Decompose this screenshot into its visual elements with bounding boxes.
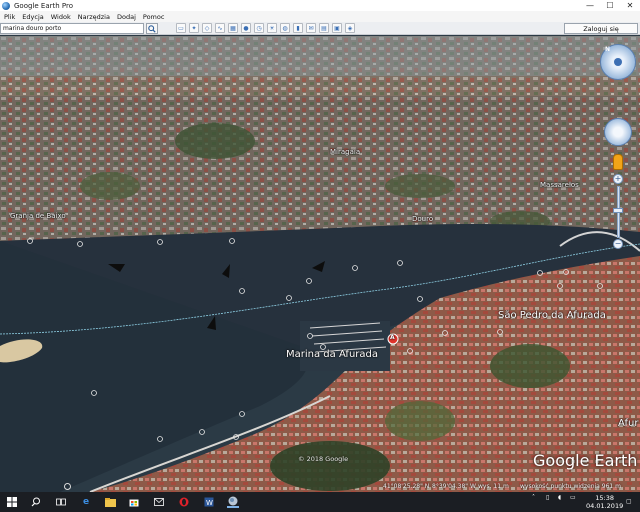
maps-icon[interactable]: ◈ [345, 23, 355, 33]
google-earth-logo: Google Earth [533, 451, 638, 470]
place-afurada-edge[interactable]: Afur [618, 418, 638, 429]
search-input[interactable] [0, 23, 144, 34]
store-icon[interactable] [128, 496, 140, 508]
windows-start-icon[interactable] [6, 496, 18, 508]
menu-plik[interactable]: Plik [4, 13, 15, 21]
zoom-in-button[interactable]: + [613, 174, 623, 184]
file-explorer-icon[interactable] [104, 496, 116, 508]
menu-widok[interactable]: Widok [51, 13, 71, 21]
title-bar: Google Earth Pro — ☐ ✕ [0, 0, 640, 11]
sun-icon[interactable]: ☀ [267, 23, 277, 33]
clock-date: 04.01.2019 [586, 502, 624, 510]
menu-narzedzia[interactable]: Narzędzia [78, 13, 110, 21]
place-massarelos[interactable]: Massarelos [540, 181, 579, 189]
taskbar-clock[interactable]: 15:38 04.01.2019 [586, 494, 623, 510]
search-icon[interactable] [30, 496, 42, 508]
map-viewport[interactable]: Granja de Baixo Miragaia Massarelos Dour… [0, 36, 640, 492]
overlay-icon[interactable]: ▦ [228, 23, 238, 33]
record-tour-icon[interactable]: ● [241, 23, 251, 33]
volume-icon[interactable]: ◖ [558, 494, 561, 501]
window-title: Google Earth Pro [14, 1, 74, 10]
menu-pomoc[interactable]: Pomoc [143, 13, 165, 21]
close-button[interactable]: ✕ [620, 0, 640, 11]
path-icon[interactable]: ∿ [215, 23, 225, 33]
place-marina-da-afurada[interactable]: Marina da Afurada [286, 349, 378, 360]
magnifier-icon [148, 24, 156, 33]
ruler-icon[interactable]: ▮ [293, 23, 303, 33]
menu-dodaj[interactable]: Dodaj [117, 13, 136, 21]
zoom-out-button[interactable]: − [613, 239, 623, 249]
place-granja-de-baixo[interactable]: Granja de Baixo [10, 212, 66, 220]
notifications-icon[interactable]: ▢ [626, 498, 632, 505]
menu-bar: Plik Edycja Widok Narzędzia Dodaj Pomoc [0, 11, 640, 22]
status-bar: 41°08'25.28" N 8°39'04.38" W wys. 11 m w… [0, 482, 640, 492]
eye-altitude-readout: wysokość punktu widzenia 961 m [520, 483, 621, 490]
email-icon[interactable]: ✉ [306, 23, 316, 33]
minimize-button[interactable]: — [580, 0, 600, 11]
save-image-icon[interactable]: ▣ [332, 23, 342, 33]
place-sao-pedro-da-afurada[interactable]: São Pedro da Afurada [498, 310, 606, 321]
search-button[interactable] [146, 23, 158, 34]
battery-icon[interactable]: ▭ [570, 494, 576, 501]
polygon-icon[interactable]: ◇ [202, 23, 212, 33]
longitude-readout: 8°39'04.38" W [432, 483, 476, 490]
window-controls: — ☐ ✕ [580, 0, 640, 11]
google-earth-taskbar-icon[interactable] [227, 496, 239, 508]
edge-browser-icon[interactable]: e [80, 496, 92, 508]
marker-a-label[interactable]: A [390, 334, 395, 341]
imagery-copyright: © 2018 Google [298, 455, 349, 463]
place-miragaia[interactable]: Miragaia [330, 148, 360, 156]
history-icon[interactable]: ◷ [254, 23, 264, 33]
google-earth-icon [2, 1, 10, 10]
toolbar-icons: ▭ ✦ ◇ ∿ ▦ ● ◷ ☀ ◍ ▮ ✉ ▤ ▣ ◈ [176, 23, 355, 33]
planets-icon[interactable]: ◍ [280, 23, 290, 33]
mail-icon[interactable] [153, 496, 165, 508]
windows-taskbar: e W ˄ ▯ ◖ ▭ 15:38 04.01.2019 ▢ [0, 492, 640, 512]
place-douro[interactable]: Douro [412, 215, 433, 223]
placemark-icon[interactable]: ✦ [189, 23, 199, 33]
network-icon[interactable]: ▯ [546, 494, 549, 501]
street-view-pegman-icon[interactable] [613, 154, 623, 170]
toolbar: ▭ ✦ ◇ ∿ ▦ ● ◷ ☀ ◍ ▮ ✉ ▤ ▣ ◈ Zaloguj się [0, 22, 640, 35]
word-icon[interactable]: W [203, 496, 215, 508]
tray-chevron-icon[interactable]: ˄ [532, 494, 535, 501]
svg-text:W: W [206, 499, 213, 507]
task-view-icon[interactable] [55, 496, 67, 508]
zoom-slider-thumb[interactable] [613, 208, 623, 213]
aerial-imagery [0, 36, 640, 492]
print-icon[interactable]: ▤ [319, 23, 329, 33]
elevation-readout: wys. 11 m [478, 483, 509, 490]
north-indicator: N [605, 46, 611, 53]
latitude-readout: 41°08'25.28" N [383, 483, 430, 490]
sidebar-icon[interactable]: ▭ [176, 23, 186, 33]
menu-edycja[interactable]: Edycja [22, 13, 43, 21]
move-control[interactable] [604, 118, 632, 146]
signin-button[interactable]: Zaloguj się [564, 23, 638, 34]
clock-time: 15:38 [595, 494, 614, 502]
opera-browser-icon[interactable] [178, 496, 190, 508]
maximize-button[interactable]: ☐ [600, 0, 620, 11]
